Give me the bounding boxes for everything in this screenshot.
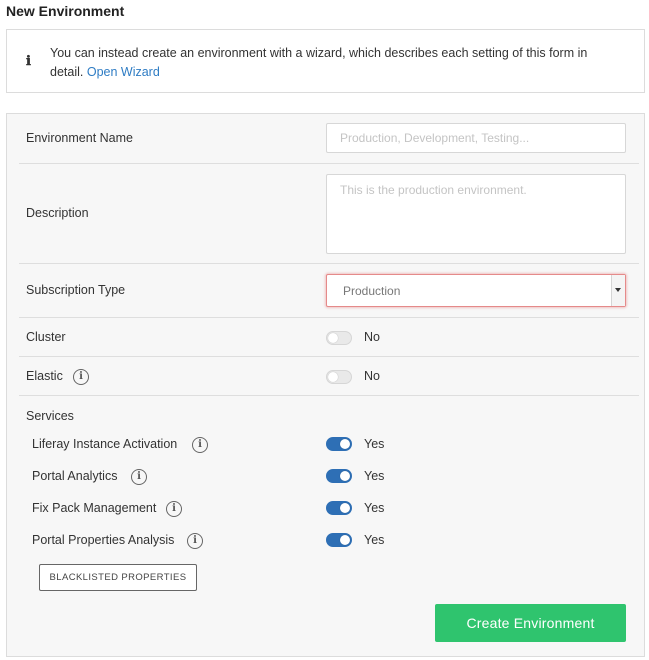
fix-pack-management-toggle[interactable] <box>326 501 352 515</box>
elastic-help-icon[interactable]: i <box>73 369 89 385</box>
subscription-type-select[interactable]: Production <box>326 274 626 307</box>
elastic-state: No <box>364 369 380 383</box>
info-alert: ℹ You can instead create an environment … <box>6 29 645 93</box>
cluster-toggle[interactable] <box>326 331 352 345</box>
cluster-state: No <box>364 330 380 344</box>
service-state: Yes <box>364 533 385 547</box>
description-label: Description <box>26 206 89 220</box>
service-label: Portal Analytics <box>32 469 118 483</box>
portal-analytics-toggle[interactable] <box>326 469 352 483</box>
create-environment-button[interactable]: Create Environment <box>435 604 626 642</box>
elastic-label: Elastic <box>26 369 63 383</box>
environment-name-label: Environment Name <box>26 131 133 145</box>
portal-properties-analysis-toggle[interactable] <box>326 533 352 547</box>
service-help-icon[interactable]: i <box>187 533 203 549</box>
elastic-toggle[interactable] <box>326 370 352 384</box>
subscription-type-value: Production <box>343 284 401 298</box>
divider <box>19 263 639 264</box>
service-help-icon[interactable]: i <box>131 469 147 485</box>
page-title: New Environment <box>6 3 125 19</box>
divider <box>19 356 639 357</box>
open-wizard-link[interactable]: Open Wizard <box>87 65 160 79</box>
services-label: Services <box>26 409 74 423</box>
service-state: Yes <box>364 469 385 483</box>
divider <box>19 317 639 318</box>
service-state: Yes <box>364 437 385 451</box>
subscription-type-label: Subscription Type <box>26 283 126 297</box>
divider <box>19 163 639 164</box>
environment-form: Environment Name Description Subscriptio… <box>6 113 645 657</box>
service-label: Liferay Instance Activation <box>32 437 178 451</box>
liferay-instance-activation-toggle[interactable] <box>326 437 352 451</box>
service-state: Yes <box>364 501 385 515</box>
cluster-label: Cluster <box>26 330 66 344</box>
service-label: Fix Pack Management <box>32 501 157 515</box>
service-label: Portal Properties Analysis <box>32 533 175 547</box>
environment-name-input[interactable] <box>326 123 626 153</box>
info-icon: ℹ <box>26 54 31 69</box>
service-help-icon[interactable]: i <box>166 501 182 517</box>
description-textarea[interactable] <box>326 174 626 254</box>
chevron-down-icon[interactable] <box>611 275 625 306</box>
service-help-icon[interactable]: i <box>192 437 208 453</box>
info-message: You can instead create an environment wi… <box>50 44 620 82</box>
divider <box>19 395 639 396</box>
blacklisted-properties-button[interactable]: BLACKLISTED PROPERTIES <box>39 564 197 591</box>
